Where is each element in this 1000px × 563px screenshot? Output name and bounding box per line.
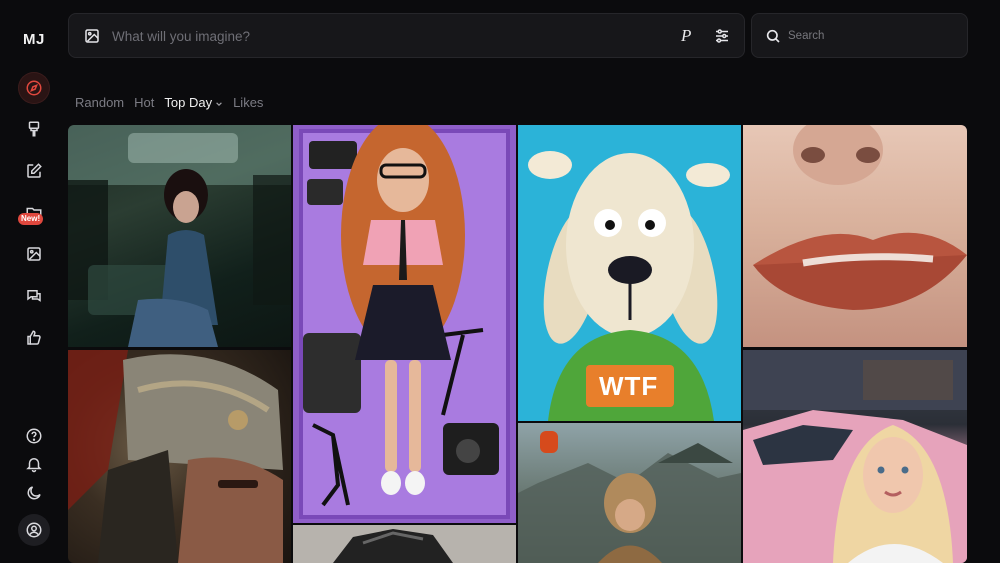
compass-icon — [26, 80, 42, 96]
brush-icon — [28, 121, 40, 137]
filter-tabs: Random Hot Top Day Likes — [75, 95, 263, 110]
gallery-image-1[interactable] — [68, 125, 291, 347]
gallery-image-5[interactable]: WTF — [518, 125, 741, 421]
prompt-bar[interactable]: What will you imagine? P — [68, 13, 745, 58]
personalization-button[interactable]: P — [681, 26, 699, 46]
tile-art — [293, 125, 516, 523]
search-input[interactable]: Search — [788, 30, 824, 42]
filter-top-day-label: Top Day — [164, 95, 213, 110]
image-upload-icon[interactable] — [83, 27, 101, 45]
gallery-image-8[interactable] — [743, 350, 967, 563]
filter-top-day[interactable]: Top Day — [164, 95, 223, 110]
theme-toggle[interactable] — [18, 477, 50, 509]
notifications-button[interactable] — [18, 448, 50, 480]
account-button[interactable] — [18, 514, 50, 546]
image-icon — [27, 247, 41, 261]
filter-random[interactable]: Random — [75, 95, 124, 110]
sidebar: MJ New! — [0, 0, 68, 563]
sidebar-item-rank[interactable] — [18, 322, 50, 354]
chat-icon — [27, 290, 41, 302]
search-bar[interactable]: Search — [751, 13, 968, 58]
sidebar-item-organize[interactable] — [18, 238, 50, 270]
gallery-image-4[interactable] — [293, 525, 516, 563]
moon-icon — [27, 486, 41, 500]
search-icon — [766, 29, 780, 43]
sidebar-item-chat[interactable] — [18, 280, 50, 312]
tile-art — [68, 125, 291, 347]
gallery-image-2[interactable] — [68, 350, 291, 563]
prompt-input[interactable]: What will you imagine? — [112, 29, 250, 44]
edit-icon — [27, 163, 42, 178]
bell-icon — [26, 458, 42, 473]
sweater-text: WTF — [599, 371, 659, 401]
gallery-image-7[interactable] — [743, 125, 967, 347]
sidebar-item-explore[interactable] — [18, 72, 50, 104]
tile-art — [333, 529, 453, 563]
filter-hot[interactable]: Hot — [134, 95, 154, 110]
image-gallery: WTF — [68, 125, 967, 563]
filter-likes[interactable]: Likes — [233, 95, 263, 110]
tile-art — [753, 125, 967, 310]
gallery-image-6[interactable] — [518, 423, 741, 563]
sidebar-item-create[interactable] — [18, 113, 50, 145]
app-logo[interactable]: MJ — [23, 31, 45, 48]
new-badge: New! — [18, 213, 44, 225]
user-icon — [26, 522, 42, 538]
gallery-image-3[interactable] — [293, 125, 516, 523]
tile-art — [518, 431, 741, 563]
settings-sliders-icon[interactable] — [713, 27, 731, 45]
chevron-down-icon — [216, 101, 222, 106]
help-icon — [26, 428, 42, 444]
tile-art — [68, 350, 283, 563]
thumbs-up-icon — [27, 330, 41, 345]
tile-art — [743, 350, 967, 563]
sidebar-item-edit[interactable] — [18, 155, 50, 187]
